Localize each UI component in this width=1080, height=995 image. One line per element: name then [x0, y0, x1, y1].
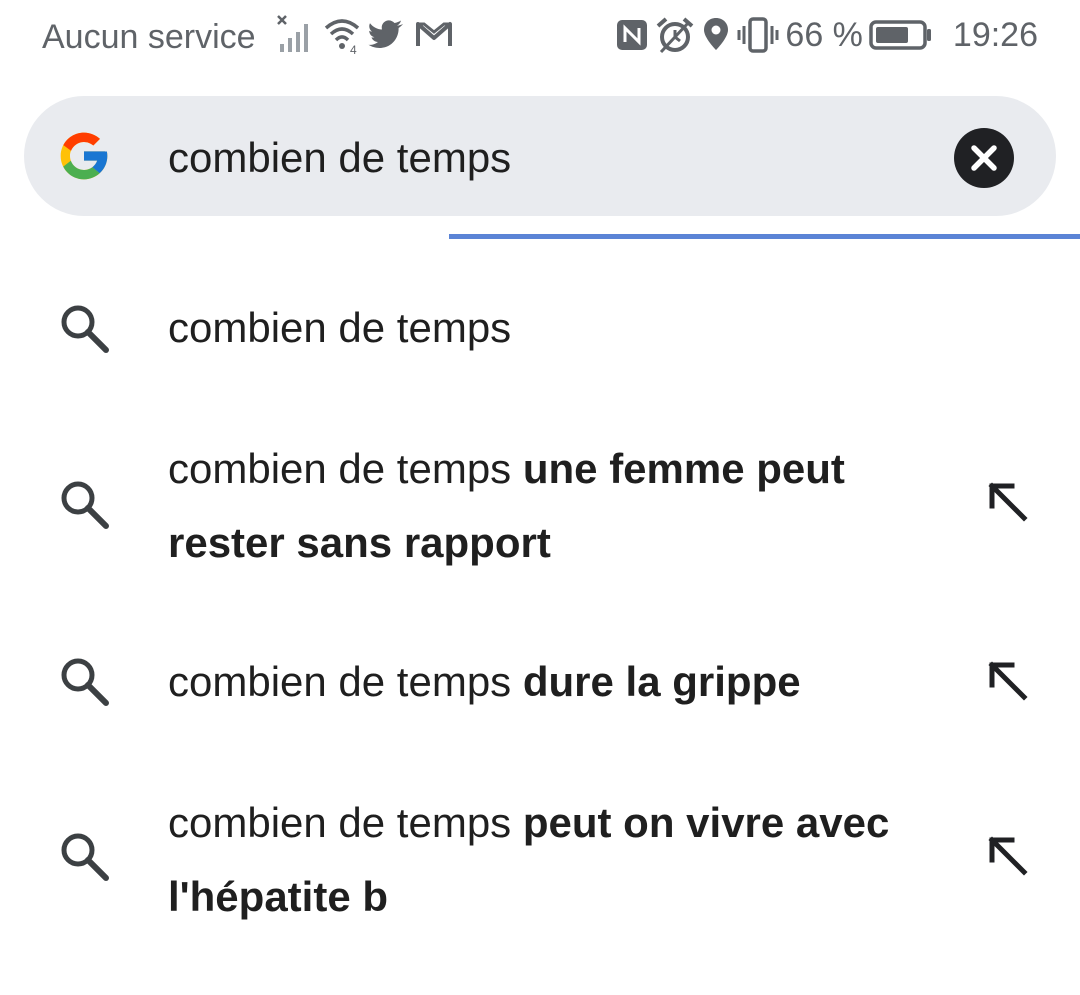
battery-percent: 66 %: [785, 15, 863, 54]
suggestion-prefix: combien de temps: [168, 304, 512, 351]
suggestion-item[interactable]: combien de temps: [0, 290, 1080, 366]
svg-text:4: 4: [350, 43, 357, 56]
status-right-icons: 66 % 19:26: [615, 14, 1038, 56]
vibrate-icon: [737, 17, 779, 53]
search-icon: [61, 833, 109, 881]
twitter-icon: [368, 20, 403, 48]
fill-query-arrow-icon[interactable]: [986, 480, 1030, 524]
suggestion-text: combien de temps dure la grippe: [168, 645, 928, 719]
battery-icon: [869, 20, 931, 50]
search-icon: [61, 305, 109, 353]
location-icon: [704, 18, 729, 50]
alarm-icon: [657, 17, 694, 54]
suggestion-item[interactable]: combien de temps peut on vivre avec l'hé…: [0, 786, 1080, 936]
suggestion-text: combien de temps une femme peut rester s…: [168, 432, 928, 580]
suggestion-text: combien de temps peut on vivre avec l'hé…: [168, 786, 928, 934]
wifi-icon: 4: [324, 19, 360, 56]
suggestion-completion: dure la grippe: [522, 658, 801, 705]
clock: 19:26: [952, 15, 1038, 54]
no-signal-icon: [277, 15, 308, 52]
suggestion-prefix: combien de temps: [168, 445, 512, 492]
clear-icon[interactable]: [954, 128, 1014, 188]
status-bar: Aucun service 4 66 % 19:26: [0, 0, 1080, 78]
suggestion-text: combien de temps: [168, 291, 928, 365]
suggestion-prefix: combien de temps: [168, 658, 512, 705]
fill-query-arrow-icon[interactable]: [986, 834, 1030, 878]
status-left-icons: 4: [276, 14, 454, 56]
nfc-icon: [617, 20, 648, 50]
carrier-label: Aucun service: [42, 18, 256, 56]
search-icon: [61, 481, 109, 529]
fill-query-arrow-icon[interactable]: [986, 659, 1030, 703]
suggestion-prefix: combien de temps: [168, 799, 512, 846]
search-icon: [61, 658, 109, 706]
suggestion-item[interactable]: combien de temps une femme peut rester s…: [0, 432, 1080, 582]
google-logo-icon: [60, 132, 108, 180]
loading-progress-bar: [449, 234, 1080, 239]
gmail-icon: [416, 22, 452, 46]
suggestion-item[interactable]: combien de temps dure la grippe: [0, 645, 1080, 721]
search-input[interactable]: combien de temps: [168, 134, 511, 182]
